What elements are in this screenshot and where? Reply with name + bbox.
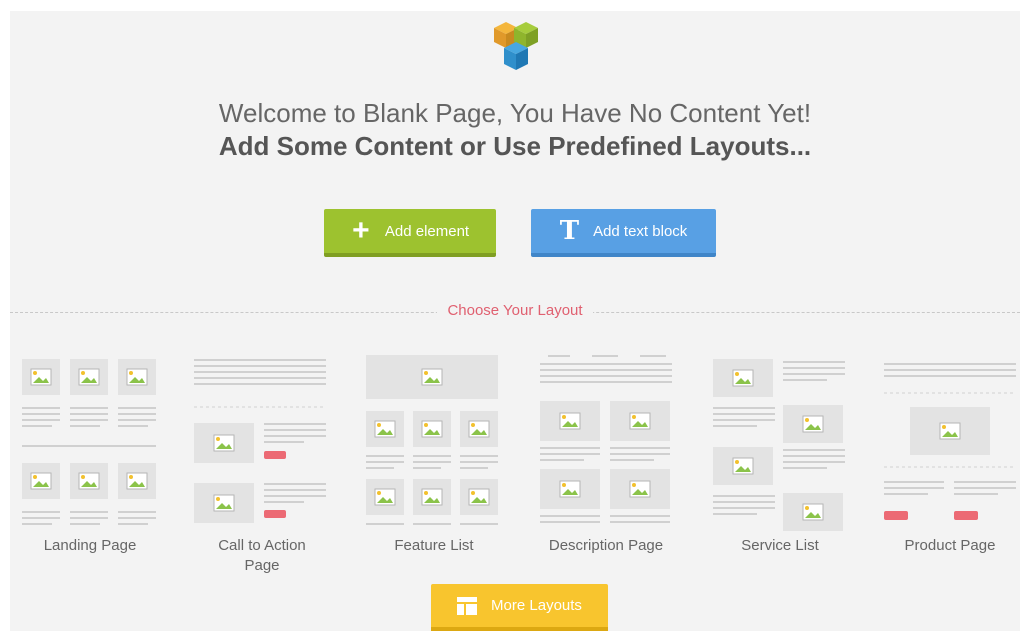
welcome-heading: Welcome to Blank Page, You Have No Conte…	[218, 98, 812, 128]
subtitle-heading: Add Some Content or Use Predefined Layou…	[218, 131, 812, 161]
add-text-block-label: Add text block	[593, 222, 688, 240]
layout-thumb-landing-page[interactable]	[22, 351, 158, 531]
layout-thumb-call-to-action-page[interactable]	[194, 351, 330, 531]
layout-label-service-list[interactable]: Service List	[700, 536, 860, 556]
add-element-button[interactable]: + Add element	[324, 209, 496, 257]
choose-layout-heading-row: Choose Your Layout	[10, 302, 1020, 320]
layout-thumb-product-page[interactable]	[884, 351, 1020, 531]
layout-grid-icon	[457, 596, 478, 615]
layout-label-description-page[interactable]: Description Page	[526, 536, 686, 556]
more-layouts-button[interactable]: More Layouts	[431, 584, 608, 631]
composer-logo-icon	[494, 22, 538, 70]
text-t-icon: T	[559, 216, 580, 246]
layout-label-product-page[interactable]: Product Page	[870, 536, 1020, 556]
plus-icon: +	[352, 214, 370, 247]
add-text-block-button[interactable]: T Add text block	[531, 209, 716, 257]
layout-label-call-to-action-page[interactable]: Call to Action Page	[182, 536, 342, 576]
layout-label-feature-list[interactable]: Feature List	[354, 536, 514, 556]
empty-page-panel: Welcome to Blank Page, You Have No Conte…	[10, 11, 1020, 631]
layout-thumb-feature-list[interactable]	[366, 351, 502, 531]
add-element-label: Add element	[384, 222, 470, 240]
choose-layout-heading: Choose Your Layout	[437, 302, 593, 319]
more-layouts-label: More Layouts	[491, 597, 582, 614]
layout-thumb-description-page[interactable]	[540, 351, 676, 531]
layout-thumb-service-list[interactable]	[713, 351, 849, 531]
layout-label-landing-page[interactable]: Landing Page	[10, 536, 170, 556]
call-to-action-label: Call to Action Page	[218, 537, 306, 574]
